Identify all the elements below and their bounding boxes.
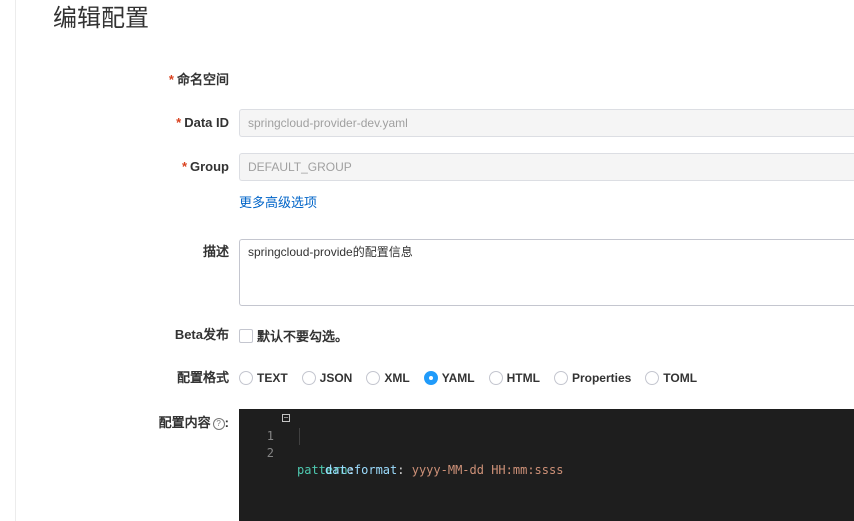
beta-row: 默认不要勾选。	[239, 326, 348, 345]
radio-label: TEXT	[257, 371, 288, 385]
format-option-properties[interactable]: Properties	[553, 371, 632, 385]
radio-label: JSON	[319, 371, 353, 385]
data-id-label: * Data ID	[176, 115, 229, 130]
format-option-yaml[interactable]: YAML	[423, 371, 475, 385]
yaml-value: yyyy-MM-dd HH:mm:ssss	[411, 463, 564, 477]
description-textarea[interactable]: springcloud-provide的配置信息	[239, 239, 854, 306]
group-input[interactable]: DEFAULT_GROUP	[239, 153, 854, 181]
data-id-input[interactable]: springcloud-provider-dev.yaml	[239, 109, 854, 137]
format-option-text[interactable]: TEXT	[239, 371, 288, 385]
required-mark: *	[181, 159, 187, 174]
radio-text[interactable]	[239, 371, 253, 385]
format-option-json[interactable]: JSON	[301, 371, 353, 385]
radio-html[interactable]	[488, 371, 503, 385]
radio-toml[interactable]	[645, 371, 660, 385]
help-icon[interactable]: ?	[212, 418, 225, 430]
namespace-label: * 命名空间	[168, 72, 229, 87]
fold-toggle-icon[interactable]: −	[282, 414, 290, 422]
left-divider	[15, 0, 16, 521]
required-mark: *	[176, 115, 182, 130]
code-line: 1 − pattern:	[239, 411, 854, 478]
content-label: 配置内容?:	[158, 415, 229, 430]
beta-label: Beta发布	[174, 327, 229, 342]
code-line: 2 dateformat: yyyy-MM-dd HH:mm:ssss	[239, 428, 854, 477]
format-radio-group: TEXT JSON XML YAML HTML Properties TOML	[239, 369, 711, 387]
radio-yaml[interactable]	[423, 371, 438, 385]
required-mark: *	[168, 72, 174, 87]
radio-label: YAML	[441, 371, 475, 385]
beta-checkbox[interactable]	[239, 328, 253, 343]
format-option-html[interactable]: HTML	[488, 371, 540, 385]
group-label: * Group	[181, 159, 229, 174]
radio-json[interactable]	[301, 371, 316, 385]
line-number: 2	[266, 446, 274, 460]
radio-xml[interactable]	[366, 371, 381, 385]
radio-properties[interactable]	[553, 371, 568, 385]
description-label: 描述	[202, 244, 229, 259]
code-editor[interactable]: 1 − pattern: 2 dateformat: yyyy-MM-dd HH…	[239, 409, 854, 521]
radio-label: HTML	[506, 371, 540, 385]
beta-hint: 默认不要勾选。	[257, 329, 349, 344]
format-option-toml[interactable]: TOML	[645, 371, 697, 385]
advanced-options-link[interactable]: 更多高级选项	[239, 194, 317, 212]
radio-label: TOML	[663, 371, 698, 385]
radio-label: Properties	[571, 371, 632, 385]
yaml-key: dateformat	[325, 463, 398, 477]
radio-label: XML	[384, 371, 410, 385]
format-label: 配置格式	[176, 370, 229, 385]
format-option-xml[interactable]: XML	[366, 371, 410, 385]
page-title: 编辑配置	[53, 5, 149, 32]
